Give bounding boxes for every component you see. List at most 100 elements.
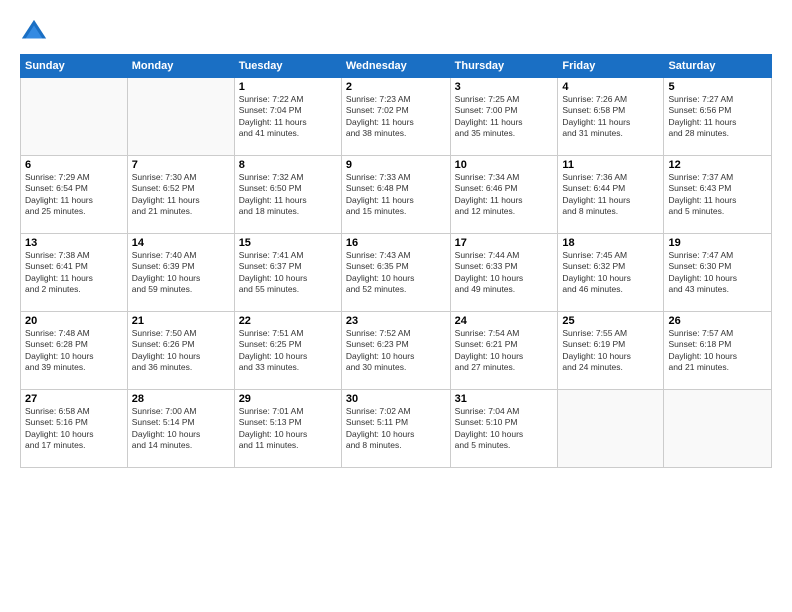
day-info: Sunrise: 7:02 AM Sunset: 5:11 PM Dayligh… [346,406,446,452]
day-number: 30 [346,393,446,405]
calendar-cell: 7Sunrise: 7:30 AM Sunset: 6:52 PM Daylig… [127,156,234,234]
calendar-cell: 26Sunrise: 7:57 AM Sunset: 6:18 PM Dayli… [664,312,772,390]
calendar-cell [664,390,772,468]
day-number: 28 [132,393,230,405]
day-number: 6 [25,159,123,171]
day-info: Sunrise: 7:32 AM Sunset: 6:50 PM Dayligh… [239,172,337,218]
day-number: 8 [239,159,337,171]
calendar-cell: 3Sunrise: 7:25 AM Sunset: 7:00 PM Daylig… [450,78,558,156]
calendar-cell: 30Sunrise: 7:02 AM Sunset: 5:11 PM Dayli… [341,390,450,468]
col-header-thursday: Thursday [450,55,558,78]
day-number: 7 [132,159,230,171]
day-number: 27 [25,393,123,405]
day-info: Sunrise: 7:44 AM Sunset: 6:33 PM Dayligh… [455,250,554,296]
day-info: Sunrise: 7:30 AM Sunset: 6:52 PM Dayligh… [132,172,230,218]
calendar-cell: 5Sunrise: 7:27 AM Sunset: 6:56 PM Daylig… [664,78,772,156]
day-number: 16 [346,237,446,249]
day-info: Sunrise: 7:43 AM Sunset: 6:35 PM Dayligh… [346,250,446,296]
calendar-cell: 19Sunrise: 7:47 AM Sunset: 6:30 PM Dayli… [664,234,772,312]
col-header-monday: Monday [127,55,234,78]
calendar-table: SundayMondayTuesdayWednesdayThursdayFrid… [20,54,772,468]
day-info: Sunrise: 7:01 AM Sunset: 5:13 PM Dayligh… [239,406,337,452]
calendar-cell: 15Sunrise: 7:41 AM Sunset: 6:37 PM Dayli… [234,234,341,312]
calendar-cell: 17Sunrise: 7:44 AM Sunset: 6:33 PM Dayli… [450,234,558,312]
day-number: 15 [239,237,337,249]
day-info: Sunrise: 7:34 AM Sunset: 6:46 PM Dayligh… [455,172,554,218]
day-number: 29 [239,393,337,405]
day-info: Sunrise: 7:36 AM Sunset: 6:44 PM Dayligh… [562,172,659,218]
day-info: Sunrise: 7:37 AM Sunset: 6:43 PM Dayligh… [668,172,767,218]
day-number: 12 [668,159,767,171]
day-info: Sunrise: 7:55 AM Sunset: 6:19 PM Dayligh… [562,328,659,374]
calendar-cell [558,390,664,468]
logo [20,18,52,46]
calendar-cell: 18Sunrise: 7:45 AM Sunset: 6:32 PM Dayli… [558,234,664,312]
calendar-cell: 31Sunrise: 7:04 AM Sunset: 5:10 PM Dayli… [450,390,558,468]
calendar-cell: 16Sunrise: 7:43 AM Sunset: 6:35 PM Dayli… [341,234,450,312]
day-number: 11 [562,159,659,171]
day-number: 9 [346,159,446,171]
header [20,18,772,46]
day-info: Sunrise: 7:22 AM Sunset: 7:04 PM Dayligh… [239,94,337,140]
day-info: Sunrise: 7:38 AM Sunset: 6:41 PM Dayligh… [25,250,123,296]
calendar-cell: 2Sunrise: 7:23 AM Sunset: 7:02 PM Daylig… [341,78,450,156]
day-info: Sunrise: 7:52 AM Sunset: 6:23 PM Dayligh… [346,328,446,374]
day-info: Sunrise: 7:26 AM Sunset: 6:58 PM Dayligh… [562,94,659,140]
calendar-header-row: SundayMondayTuesdayWednesdayThursdayFrid… [21,55,772,78]
day-info: Sunrise: 7:27 AM Sunset: 6:56 PM Dayligh… [668,94,767,140]
logo-icon [20,18,48,46]
calendar-cell: 4Sunrise: 7:26 AM Sunset: 6:58 PM Daylig… [558,78,664,156]
calendar-cell: 25Sunrise: 7:55 AM Sunset: 6:19 PM Dayli… [558,312,664,390]
calendar-week-1: 1Sunrise: 7:22 AM Sunset: 7:04 PM Daylig… [21,78,772,156]
calendar-cell: 24Sunrise: 7:54 AM Sunset: 6:21 PM Dayli… [450,312,558,390]
calendar-cell [127,78,234,156]
calendar-cell: 10Sunrise: 7:34 AM Sunset: 6:46 PM Dayli… [450,156,558,234]
col-header-tuesday: Tuesday [234,55,341,78]
day-number: 13 [25,237,123,249]
day-info: Sunrise: 7:29 AM Sunset: 6:54 PM Dayligh… [25,172,123,218]
day-number: 21 [132,315,230,327]
calendar-cell [21,78,128,156]
day-number: 31 [455,393,554,405]
calendar-cell: 12Sunrise: 7:37 AM Sunset: 6:43 PM Dayli… [664,156,772,234]
day-info: Sunrise: 7:47 AM Sunset: 6:30 PM Dayligh… [668,250,767,296]
page: SundayMondayTuesdayWednesdayThursdayFrid… [0,0,792,612]
day-info: Sunrise: 7:45 AM Sunset: 6:32 PM Dayligh… [562,250,659,296]
calendar-week-2: 6Sunrise: 7:29 AM Sunset: 6:54 PM Daylig… [21,156,772,234]
day-info: Sunrise: 7:40 AM Sunset: 6:39 PM Dayligh… [132,250,230,296]
day-info: Sunrise: 7:25 AM Sunset: 7:00 PM Dayligh… [455,94,554,140]
day-info: Sunrise: 7:51 AM Sunset: 6:25 PM Dayligh… [239,328,337,374]
calendar-cell: 21Sunrise: 7:50 AM Sunset: 6:26 PM Dayli… [127,312,234,390]
calendar-cell: 28Sunrise: 7:00 AM Sunset: 5:14 PM Dayli… [127,390,234,468]
day-number: 19 [668,237,767,249]
calendar-week-3: 13Sunrise: 7:38 AM Sunset: 6:41 PM Dayli… [21,234,772,312]
calendar-cell: 29Sunrise: 7:01 AM Sunset: 5:13 PM Dayli… [234,390,341,468]
calendar-cell: 14Sunrise: 7:40 AM Sunset: 6:39 PM Dayli… [127,234,234,312]
day-info: Sunrise: 7:00 AM Sunset: 5:14 PM Dayligh… [132,406,230,452]
col-header-wednesday: Wednesday [341,55,450,78]
calendar-cell: 13Sunrise: 7:38 AM Sunset: 6:41 PM Dayli… [21,234,128,312]
day-number: 24 [455,315,554,327]
day-number: 25 [562,315,659,327]
day-info: Sunrise: 7:04 AM Sunset: 5:10 PM Dayligh… [455,406,554,452]
day-number: 4 [562,81,659,93]
calendar-cell: 1Sunrise: 7:22 AM Sunset: 7:04 PM Daylig… [234,78,341,156]
col-header-sunday: Sunday [21,55,128,78]
day-info: Sunrise: 7:54 AM Sunset: 6:21 PM Dayligh… [455,328,554,374]
col-header-friday: Friday [558,55,664,78]
day-number: 22 [239,315,337,327]
day-number: 5 [668,81,767,93]
calendar-cell: 9Sunrise: 7:33 AM Sunset: 6:48 PM Daylig… [341,156,450,234]
calendar-week-5: 27Sunrise: 6:58 AM Sunset: 5:16 PM Dayli… [21,390,772,468]
day-number: 18 [562,237,659,249]
calendar-cell: 11Sunrise: 7:36 AM Sunset: 6:44 PM Dayli… [558,156,664,234]
calendar-cell: 8Sunrise: 7:32 AM Sunset: 6:50 PM Daylig… [234,156,341,234]
day-number: 20 [25,315,123,327]
day-info: Sunrise: 6:58 AM Sunset: 5:16 PM Dayligh… [25,406,123,452]
calendar-cell: 22Sunrise: 7:51 AM Sunset: 6:25 PM Dayli… [234,312,341,390]
day-number: 1 [239,81,337,93]
col-header-saturday: Saturday [664,55,772,78]
calendar-cell: 23Sunrise: 7:52 AM Sunset: 6:23 PM Dayli… [341,312,450,390]
day-info: Sunrise: 7:50 AM Sunset: 6:26 PM Dayligh… [132,328,230,374]
calendar-cell: 20Sunrise: 7:48 AM Sunset: 6:28 PM Dayli… [21,312,128,390]
